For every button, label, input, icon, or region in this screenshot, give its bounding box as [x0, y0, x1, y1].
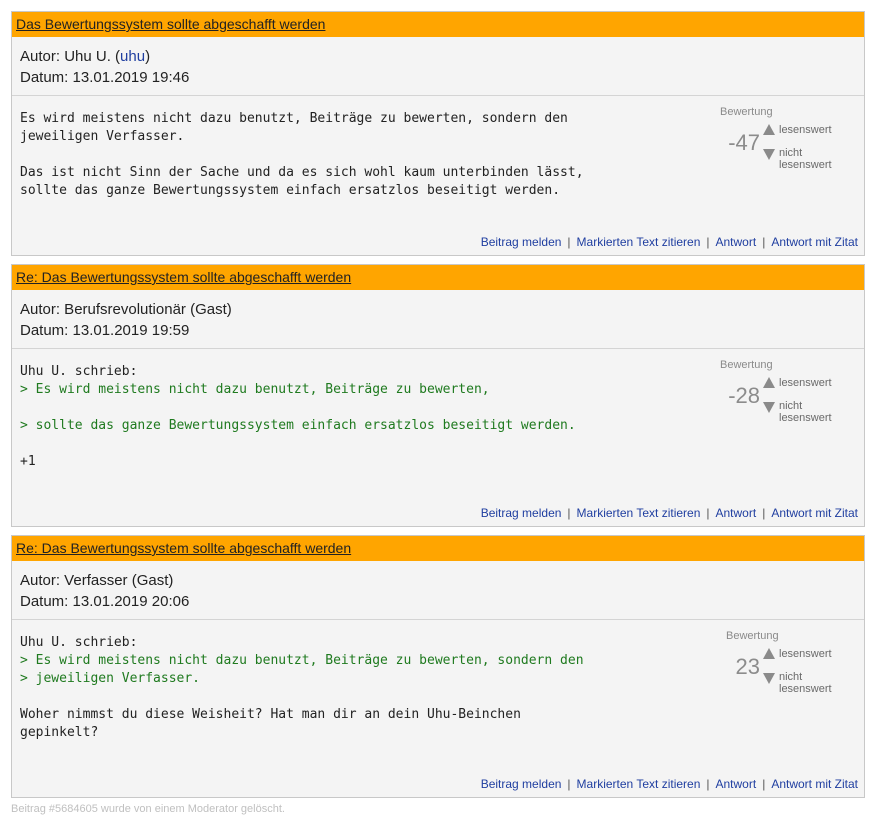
vote-up-label[interactable]: lesenswert: [779, 124, 832, 136]
separator: |: [567, 506, 571, 520]
quote-selected-link[interactable]: Markierten Text zitieren: [577, 235, 701, 249]
moderator-note: Beitrag #5684605 wurde von einem Moderat…: [11, 803, 285, 815]
date-line: Datum: 13.01.2019 20:06: [20, 593, 190, 610]
rating-widget: Bewertung 23 lesenswert nicht lesenswert: [706, 630, 856, 700]
vote-up-arrow-icon[interactable]: [763, 377, 775, 388]
separator: |: [567, 777, 571, 791]
vote-down-label[interactable]: nicht lesenswert: [779, 400, 856, 424]
text-line: [20, 435, 864, 453]
post-body: Es wird meistens nicht dazu benutzt, Bei…: [12, 96, 864, 256]
report-link[interactable]: Beitrag melden: [481, 506, 562, 520]
rating-value: 23: [735, 654, 760, 679]
author-line: Autor: Verfasser (Gast): [20, 572, 174, 589]
reply-link[interactable]: Antwort: [716, 777, 757, 791]
post-meta: Autor: Uhu U. (uhu) Datum: 13.01.2019 19…: [12, 37, 864, 96]
reply-with-quote-link[interactable]: Antwort mit Zitat: [771, 777, 858, 791]
author-name: Uhu U.: [64, 48, 111, 65]
author-line: Autor: Berufsrevolutionär (Gast): [20, 301, 232, 318]
separator: |: [762, 235, 766, 249]
rating-title: Bewertung: [720, 106, 773, 118]
post-2: Re: Das Bewertungssystem sollte abgescha…: [11, 264, 865, 527]
separator: |: [706, 506, 710, 520]
vote-down-label[interactable]: nicht lesenswert: [779, 147, 856, 171]
vote-up-arrow-icon[interactable]: [763, 124, 775, 135]
date-line: Datum: 13.01.2019 19:46: [20, 69, 190, 86]
text-line: sollte das ganze Bewertungssystem einfac…: [20, 183, 561, 198]
date-line: Datum: 13.01.2019 19:59: [20, 322, 190, 339]
separator: |: [762, 777, 766, 791]
rating-widget: Bewertung -47 lesenswert nicht lesenswer…: [706, 106, 856, 176]
post-body: Uhu U. schrieb: > Es wird meistens nicht …: [12, 349, 864, 527]
report-link[interactable]: Beitrag melden: [481, 235, 562, 249]
post-title-bar: Das Bewertungssystem sollte abgeschafft …: [12, 12, 864, 37]
separator: |: [706, 235, 710, 249]
post-meta: Autor: Berufsrevolutionär (Gast) Datum: …: [12, 290, 864, 349]
vote-down-label[interactable]: nicht lesenswert: [779, 671, 856, 695]
quote-selected-link[interactable]: Markierten Text zitieren: [577, 777, 701, 791]
vote-up-arrow-icon[interactable]: [763, 648, 775, 659]
rating-value: -28: [728, 383, 760, 408]
text-line: gepinkelt?: [20, 725, 99, 740]
post-3: Re: Das Bewertungssystem sollte abgescha…: [11, 535, 865, 798]
vote-down-arrow-icon[interactable]: [763, 149, 775, 160]
post-title-link[interactable]: Re: Das Bewertungssystem sollte abgescha…: [16, 269, 351, 285]
post-1: Das Bewertungssystem sollte abgeschafft …: [11, 11, 865, 256]
separator: |: [567, 235, 571, 249]
text-line: Woher nimmst du diese Weisheit? Hat man …: [20, 707, 521, 722]
separator: |: [706, 777, 710, 791]
author-label: Autor:: [20, 48, 65, 65]
rating-title: Bewertung: [726, 630, 779, 642]
rating-title: Bewertung: [720, 359, 773, 371]
quote-selected-link[interactable]: Markierten Text zitieren: [577, 506, 701, 520]
reply-with-quote-link[interactable]: Antwort mit Zitat: [771, 235, 858, 249]
report-link[interactable]: Beitrag melden: [481, 777, 562, 791]
text-line: +1: [20, 454, 36, 469]
author-line: Autor: Uhu U. (uhu): [20, 48, 151, 65]
vote-up-label[interactable]: lesenswert: [779, 648, 832, 660]
post-title-bar: Re: Das Bewertungssystem sollte abgescha…: [12, 265, 864, 290]
vote-down-arrow-icon[interactable]: [763, 402, 775, 413]
reply-link[interactable]: Antwort: [716, 235, 757, 249]
reply-with-quote-link[interactable]: Antwort mit Zitat: [771, 506, 858, 520]
post-meta: Autor: Verfasser (Gast) Datum: 13.01.201…: [12, 561, 864, 620]
reply-link[interactable]: Antwort: [716, 506, 757, 520]
author-user-link[interactable]: uhu: [120, 48, 145, 65]
separator: |: [762, 506, 766, 520]
post-actions: Beitrag melden | Markierten Text zitieren |…: [481, 235, 858, 249]
vote-down-arrow-icon[interactable]: [763, 673, 775, 684]
rating-widget: Bewertung -28 lesenswert nicht lesenswer…: [706, 359, 856, 429]
post-actions: Beitrag melden | Markierten Text zitieren |…: [481, 506, 858, 520]
post-title-bar: Re: Das Bewertungssystem sollte abgescha…: [12, 536, 864, 561]
post-title-link[interactable]: Das Bewertungssystem sollte abgeschafft …: [16, 16, 325, 32]
post-actions: Beitrag melden | Markierten Text zitieren |…: [481, 777, 858, 791]
post-body: Uhu U. schrieb: > Es wird meistens nicht …: [12, 620, 864, 798]
post-title-link[interactable]: Re: Das Bewertungssystem sollte abgescha…: [16, 540, 351, 556]
vote-up-label[interactable]: lesenswert: [779, 377, 832, 389]
rating-value: -47: [728, 130, 760, 155]
